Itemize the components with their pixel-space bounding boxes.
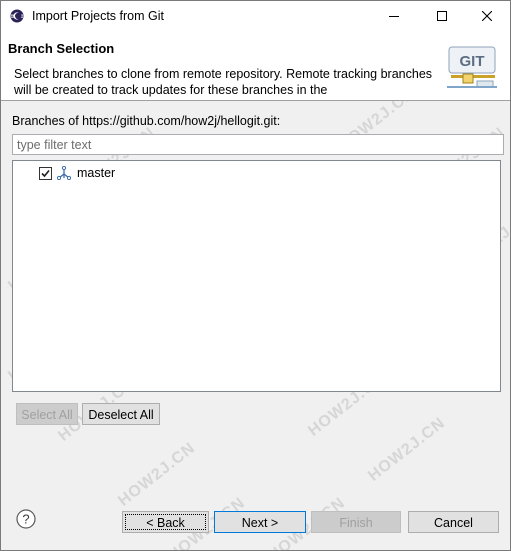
maximize-icon bbox=[437, 11, 447, 21]
branch-label: master bbox=[77, 166, 116, 180]
next-button[interactable]: Next > bbox=[214, 511, 306, 533]
watermark: HOW2J.CN bbox=[365, 414, 449, 485]
import-dialog: HOW2J.CN HOW2J.CN HOW2J.CN HOW2J.CN HOW2… bbox=[0, 0, 511, 551]
checkmark-icon bbox=[41, 169, 50, 178]
cancel-button[interactable]: Cancel bbox=[408, 511, 499, 533]
close-button[interactable] bbox=[464, 1, 510, 31]
close-icon bbox=[482, 11, 492, 21]
wizard-banner: Branch Selection Select branches to clon… bbox=[1, 31, 510, 100]
svg-text:?: ? bbox=[22, 512, 29, 527]
title-bar[interactable]: Import Projects from Git bbox=[1, 1, 510, 31]
eclipse-app-icon bbox=[10, 9, 24, 23]
filter-input[interactable] bbox=[12, 134, 504, 155]
branch-tree[interactable]: master bbox=[12, 160, 501, 392]
page-title: Branch Selection bbox=[8, 41, 115, 56]
minimize-button[interactable] bbox=[371, 1, 417, 31]
select-all-button[interactable]: Select All bbox=[16, 403, 78, 425]
help-icon[interactable]: ? bbox=[16, 509, 36, 529]
finish-button[interactable]: Finish bbox=[311, 511, 401, 533]
page-description: Select branches to clone from remote rep… bbox=[14, 67, 433, 97]
branch-checkbox[interactable] bbox=[39, 167, 52, 180]
deselect-all-button[interactable]: Deselect All bbox=[82, 403, 160, 425]
banner-separator bbox=[1, 100, 510, 101]
git-logo-text: GIT bbox=[460, 53, 485, 70]
maximize-button[interactable] bbox=[419, 1, 465, 31]
branch-icon bbox=[56, 166, 72, 180]
branches-label: Branches of https://github.com/how2j/hel… bbox=[12, 114, 281, 128]
window-title: Import Projects from Git bbox=[32, 9, 164, 23]
back-button[interactable]: < Back bbox=[122, 511, 209, 533]
tree-row-master[interactable]: master bbox=[13, 164, 500, 182]
git-logo-icon: GIT bbox=[447, 46, 497, 88]
minimize-icon bbox=[389, 16, 399, 17]
watermark: HOW2J.CN bbox=[115, 439, 199, 510]
expander-icon[interactable] bbox=[23, 168, 33, 178]
